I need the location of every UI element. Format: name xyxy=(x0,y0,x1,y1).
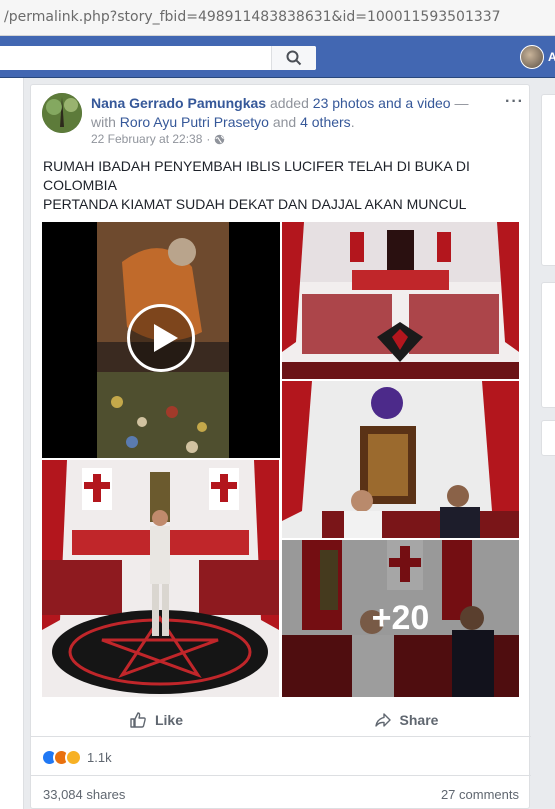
post-actions: Like Share xyxy=(31,703,531,737)
left-column xyxy=(0,78,24,809)
others-link[interactable]: 4 others xyxy=(300,114,351,130)
altar-interview-image xyxy=(282,381,519,538)
thumbs-up-icon xyxy=(130,711,146,728)
timestamp-link[interactable]: 22 February at 22:38 xyxy=(91,132,202,146)
like-button[interactable]: Like xyxy=(31,703,281,736)
more-photos-overlay[interactable]: +20 xyxy=(282,540,519,697)
post-text-line: PERTANDA KIAMAT SUDAH DEKAT DAN DAJJAL A… xyxy=(43,196,467,212)
post-card: Nana Gerrado Pamungkas added 23 photos a… xyxy=(30,84,531,809)
share-label: Share xyxy=(399,711,439,728)
photo-thumbnail-more[interactable]: +20 xyxy=(282,540,519,697)
post-stats: 33,084 shares 27 comments xyxy=(43,787,519,802)
reactions-summary[interactable]: 1.1k xyxy=(41,749,112,766)
photo-thumbnail[interactable] xyxy=(282,222,519,379)
right-column-card xyxy=(541,420,555,456)
author-photo-icon xyxy=(42,93,82,133)
photo-thumbnail[interactable] xyxy=(42,460,279,697)
profile-name[interactable]: A xyxy=(548,50,555,64)
facebook-top-bar: A xyxy=(0,36,555,78)
and-text: and xyxy=(268,114,301,130)
sad-reaction-icon xyxy=(65,749,82,766)
reaction-count[interactable]: 1.1k xyxy=(87,750,112,765)
profile-avatar[interactable] xyxy=(520,45,544,69)
tagged-user-link[interactable]: Roro Ayu Putri Prasetyo xyxy=(120,114,269,130)
search-input[interactable] xyxy=(0,46,316,70)
author-avatar[interactable] xyxy=(42,93,82,133)
like-label: Like xyxy=(154,711,183,728)
post-options-button[interactable]: ··· xyxy=(505,93,524,111)
search-button[interactable] xyxy=(271,46,316,70)
post-text-line: RUMAH IBADAH PENYEMBAH IBLIS LUCIFER TEL… xyxy=(43,158,470,174)
search-icon xyxy=(286,50,302,66)
globe-icon[interactable] xyxy=(214,134,225,145)
pentagram-floor-image xyxy=(42,460,279,697)
play-button[interactable] xyxy=(127,304,195,372)
comments-count[interactable]: 27 comments xyxy=(441,787,519,802)
video-thumbnail[interactable] xyxy=(42,222,280,458)
action-text: added xyxy=(266,95,313,111)
photo-thumbnail[interactable] xyxy=(282,381,519,538)
right-column-card xyxy=(541,94,555,266)
period-text: . xyxy=(350,114,355,130)
church-interior-image xyxy=(282,222,519,379)
address-bar[interactable]: /permalink.php?story_fbid=49891148383863… xyxy=(0,0,555,36)
photos-link[interactable]: 23 photos and a video xyxy=(313,95,451,111)
divider xyxy=(31,775,531,776)
share-button[interactable]: Share xyxy=(281,703,531,736)
share-arrow-icon xyxy=(374,712,391,727)
right-column-card xyxy=(541,282,555,408)
author-name-link[interactable]: Nana Gerrado Pamungkas xyxy=(91,95,266,111)
post-header: Nana Gerrado Pamungkas added 23 photos a… xyxy=(91,94,491,132)
post-text: RUMAH IBADAH PENYEMBAH IBLIS LUCIFER TEL… xyxy=(43,157,513,214)
shares-count[interactable]: 33,084 shares xyxy=(43,787,125,802)
url-text[interactable]: /permalink.php?story_fbid=49891148383863… xyxy=(4,9,501,25)
more-photos-count: +20 xyxy=(371,599,430,637)
post-meta: 22 February at 22:38 · xyxy=(91,132,225,146)
post-text-line: COLOMBIA xyxy=(43,177,117,193)
meta-separator: · xyxy=(206,132,211,146)
